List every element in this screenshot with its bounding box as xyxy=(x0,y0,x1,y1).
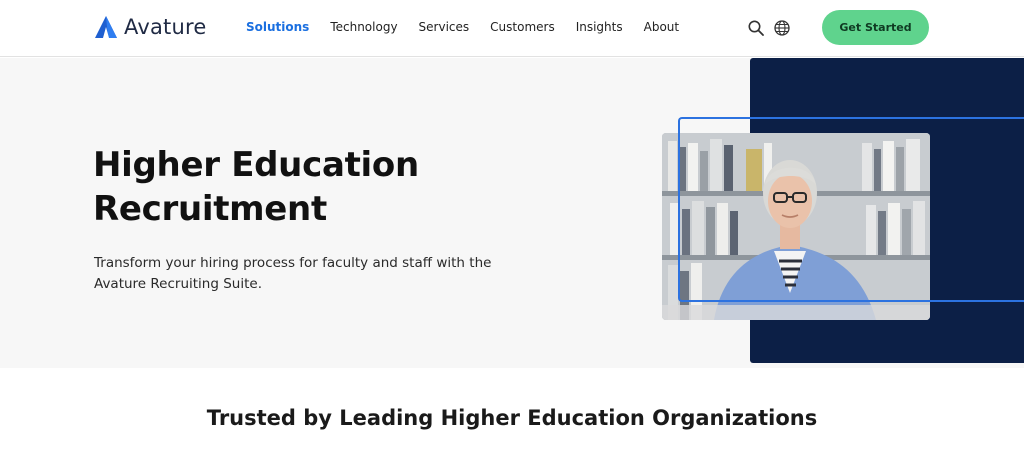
nav-item-customers[interactable]: Customers xyxy=(490,20,555,34)
search-icon[interactable] xyxy=(747,19,765,37)
main-nav: Solutions Technology Services Customers … xyxy=(246,20,679,34)
nav-item-solutions[interactable]: Solutions xyxy=(246,20,309,34)
hero-title: Higher Education Recruitment xyxy=(93,145,419,229)
hero-photo xyxy=(662,133,930,320)
brand-name: Avature xyxy=(124,15,207,39)
site-header: Avature Solutions Technology Services Cu… xyxy=(0,0,1024,57)
get-started-button[interactable]: Get Started xyxy=(822,10,929,45)
avature-logo-icon xyxy=(95,16,117,38)
brand-logo[interactable]: Avature xyxy=(94,15,206,39)
nav-item-insights[interactable]: Insights xyxy=(576,20,623,34)
nav-item-technology[interactable]: Technology xyxy=(330,20,397,34)
trusted-heading: Trusted by Leading Higher Education Orga… xyxy=(206,406,818,430)
nav-item-about[interactable]: About xyxy=(644,20,679,34)
nav-item-services[interactable]: Services xyxy=(419,20,470,34)
globe-icon[interactable] xyxy=(773,19,791,37)
hero-subtitle: Transform your hiring process for facult… xyxy=(94,255,492,292)
professor-photo-illustration xyxy=(662,133,930,320)
